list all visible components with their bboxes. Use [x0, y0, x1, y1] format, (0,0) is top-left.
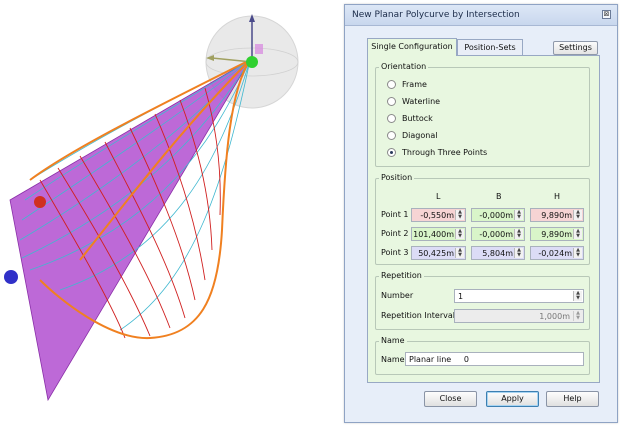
orientation-group-title: Orientation	[379, 62, 429, 71]
point-2-h-field[interactable]: 9,890m ▲ ▼	[530, 227, 584, 241]
radio-buttock-circle[interactable]	[387, 114, 396, 123]
header-b: B	[496, 192, 502, 201]
point-1-h-field[interactable]: 9,890m ▲ ▼	[530, 208, 584, 222]
radio-through-three-points-label: Through Three Points	[402, 148, 488, 157]
spin-arrows-icon[interactable]: ▲ ▼	[455, 229, 464, 239]
close-button[interactable]: Close	[424, 391, 477, 407]
radio-frame-label: Frame	[402, 80, 427, 89]
radio-frame-circle[interactable]	[387, 80, 396, 89]
point-3-h-value: -0,024m	[538, 249, 572, 258]
number-value: 1	[458, 292, 464, 301]
spin-arrows-icon[interactable]: ▲ ▼	[455, 210, 464, 220]
spin-arrows-icon: ▲ ▼	[573, 311, 582, 321]
point-2-b-field[interactable]: -0,000m ▲ ▼	[471, 227, 525, 241]
spin-arrows-icon[interactable]: ▲ ▼	[573, 210, 582, 220]
spin-arrows-icon[interactable]: ▲ ▼	[573, 248, 582, 258]
point-2-h-value: 9,890m	[541, 230, 572, 239]
point-3-handle[interactable]	[4, 270, 18, 284]
point-3-l-value: 50,425m	[418, 249, 454, 258]
repetition-group-title: Repetition	[379, 271, 424, 280]
point-2-handle[interactable]	[34, 196, 46, 208]
spin-arrows-icon[interactable]: ▲ ▼	[573, 291, 582, 301]
point-2-l-field[interactable]: 101,400m ▲ ▼	[411, 227, 466, 241]
radio-diagonal-circle[interactable]	[387, 131, 396, 140]
number-field[interactable]: 1 ▲ ▼	[454, 289, 584, 303]
point-1-b-field[interactable]: -0,000m ▲ ▼	[471, 208, 525, 222]
name-value: Planar line 0	[409, 355, 469, 364]
point-3-label: Point 3	[381, 248, 409, 257]
spin-arrows-icon[interactable]: ▲ ▼	[455, 248, 464, 258]
tab-single-configuration[interactable]: Single Configuration	[367, 38, 457, 56]
point-2-b-value: -0,000m	[479, 230, 513, 239]
tab-position-sets[interactable]: Position-Sets	[457, 39, 523, 55]
repetition-interval-value: 1,000m	[539, 312, 570, 321]
dialog-title: New Planar Polycurve by Intersection	[352, 10, 520, 20]
radio-diagonal-label: Diagonal	[402, 131, 438, 140]
spin-arrows-icon[interactable]: ▲ ▼	[573, 229, 582, 239]
point-3-b-value: 5,804m	[482, 249, 513, 258]
planar-polycurve-dialog: New Planar Polycurve by Intersection ⊠ S…	[344, 4, 618, 423]
point-3-b-field[interactable]: 5,804m ▲ ▼	[471, 246, 525, 260]
gizmo-plane-handle[interactable]	[255, 44, 263, 54]
settings-button[interactable]: Settings	[553, 41, 598, 55]
number-label: Number	[381, 291, 414, 300]
point-1-h-value: 9,890m	[541, 211, 572, 220]
spin-arrows-icon[interactable]: ▲ ▼	[514, 210, 523, 220]
point-1-label: Point 1	[381, 210, 409, 219]
name-group-title: Name	[379, 336, 407, 345]
position-group-title: Position	[379, 173, 415, 182]
name-field[interactable]: Planar line 0	[405, 352, 584, 366]
point-1-l-field[interactable]: -0,550m ▲ ▼	[411, 208, 466, 222]
point-1-handle[interactable]	[246, 56, 258, 68]
spin-arrows-icon[interactable]: ▲ ▼	[514, 248, 523, 258]
close-icon[interactable]: ⊠	[602, 10, 611, 19]
repetition-interval-label: Repetition Interval	[381, 311, 455, 320]
point-3-h-field[interactable]: -0,024m ▲ ▼	[530, 246, 584, 260]
repetition-interval-field: 1,000m ▲ ▼	[454, 309, 584, 323]
hull-wireframe-view[interactable]	[0, 0, 340, 428]
spin-arrows-icon[interactable]: ▲ ▼	[514, 229, 523, 239]
point-2-label: Point 2	[381, 229, 409, 238]
radio-buttock-label: Buttock	[402, 114, 433, 123]
apply-button[interactable]: Apply	[486, 391, 539, 407]
header-h: H	[554, 192, 561, 201]
name-label: Name	[381, 355, 405, 364]
radio-waterline-circle[interactable]	[387, 97, 396, 106]
point-2-l-value: 101,400m	[413, 230, 454, 239]
dialog-titlebar[interactable]: New Planar Polycurve by Intersection ⊠	[345, 5, 617, 26]
header-l: L	[436, 192, 441, 201]
point-1-l-value: -0,550m	[420, 211, 454, 220]
radio-waterline-label: Waterline	[402, 97, 441, 106]
3d-viewport[interactable]	[0, 0, 340, 428]
radio-through-three-points-circle[interactable]	[387, 148, 396, 157]
point-1-b-value: -0,000m	[479, 211, 513, 220]
help-button[interactable]: Help	[546, 391, 599, 407]
point-3-l-field[interactable]: 50,425m ▲ ▼	[411, 246, 466, 260]
